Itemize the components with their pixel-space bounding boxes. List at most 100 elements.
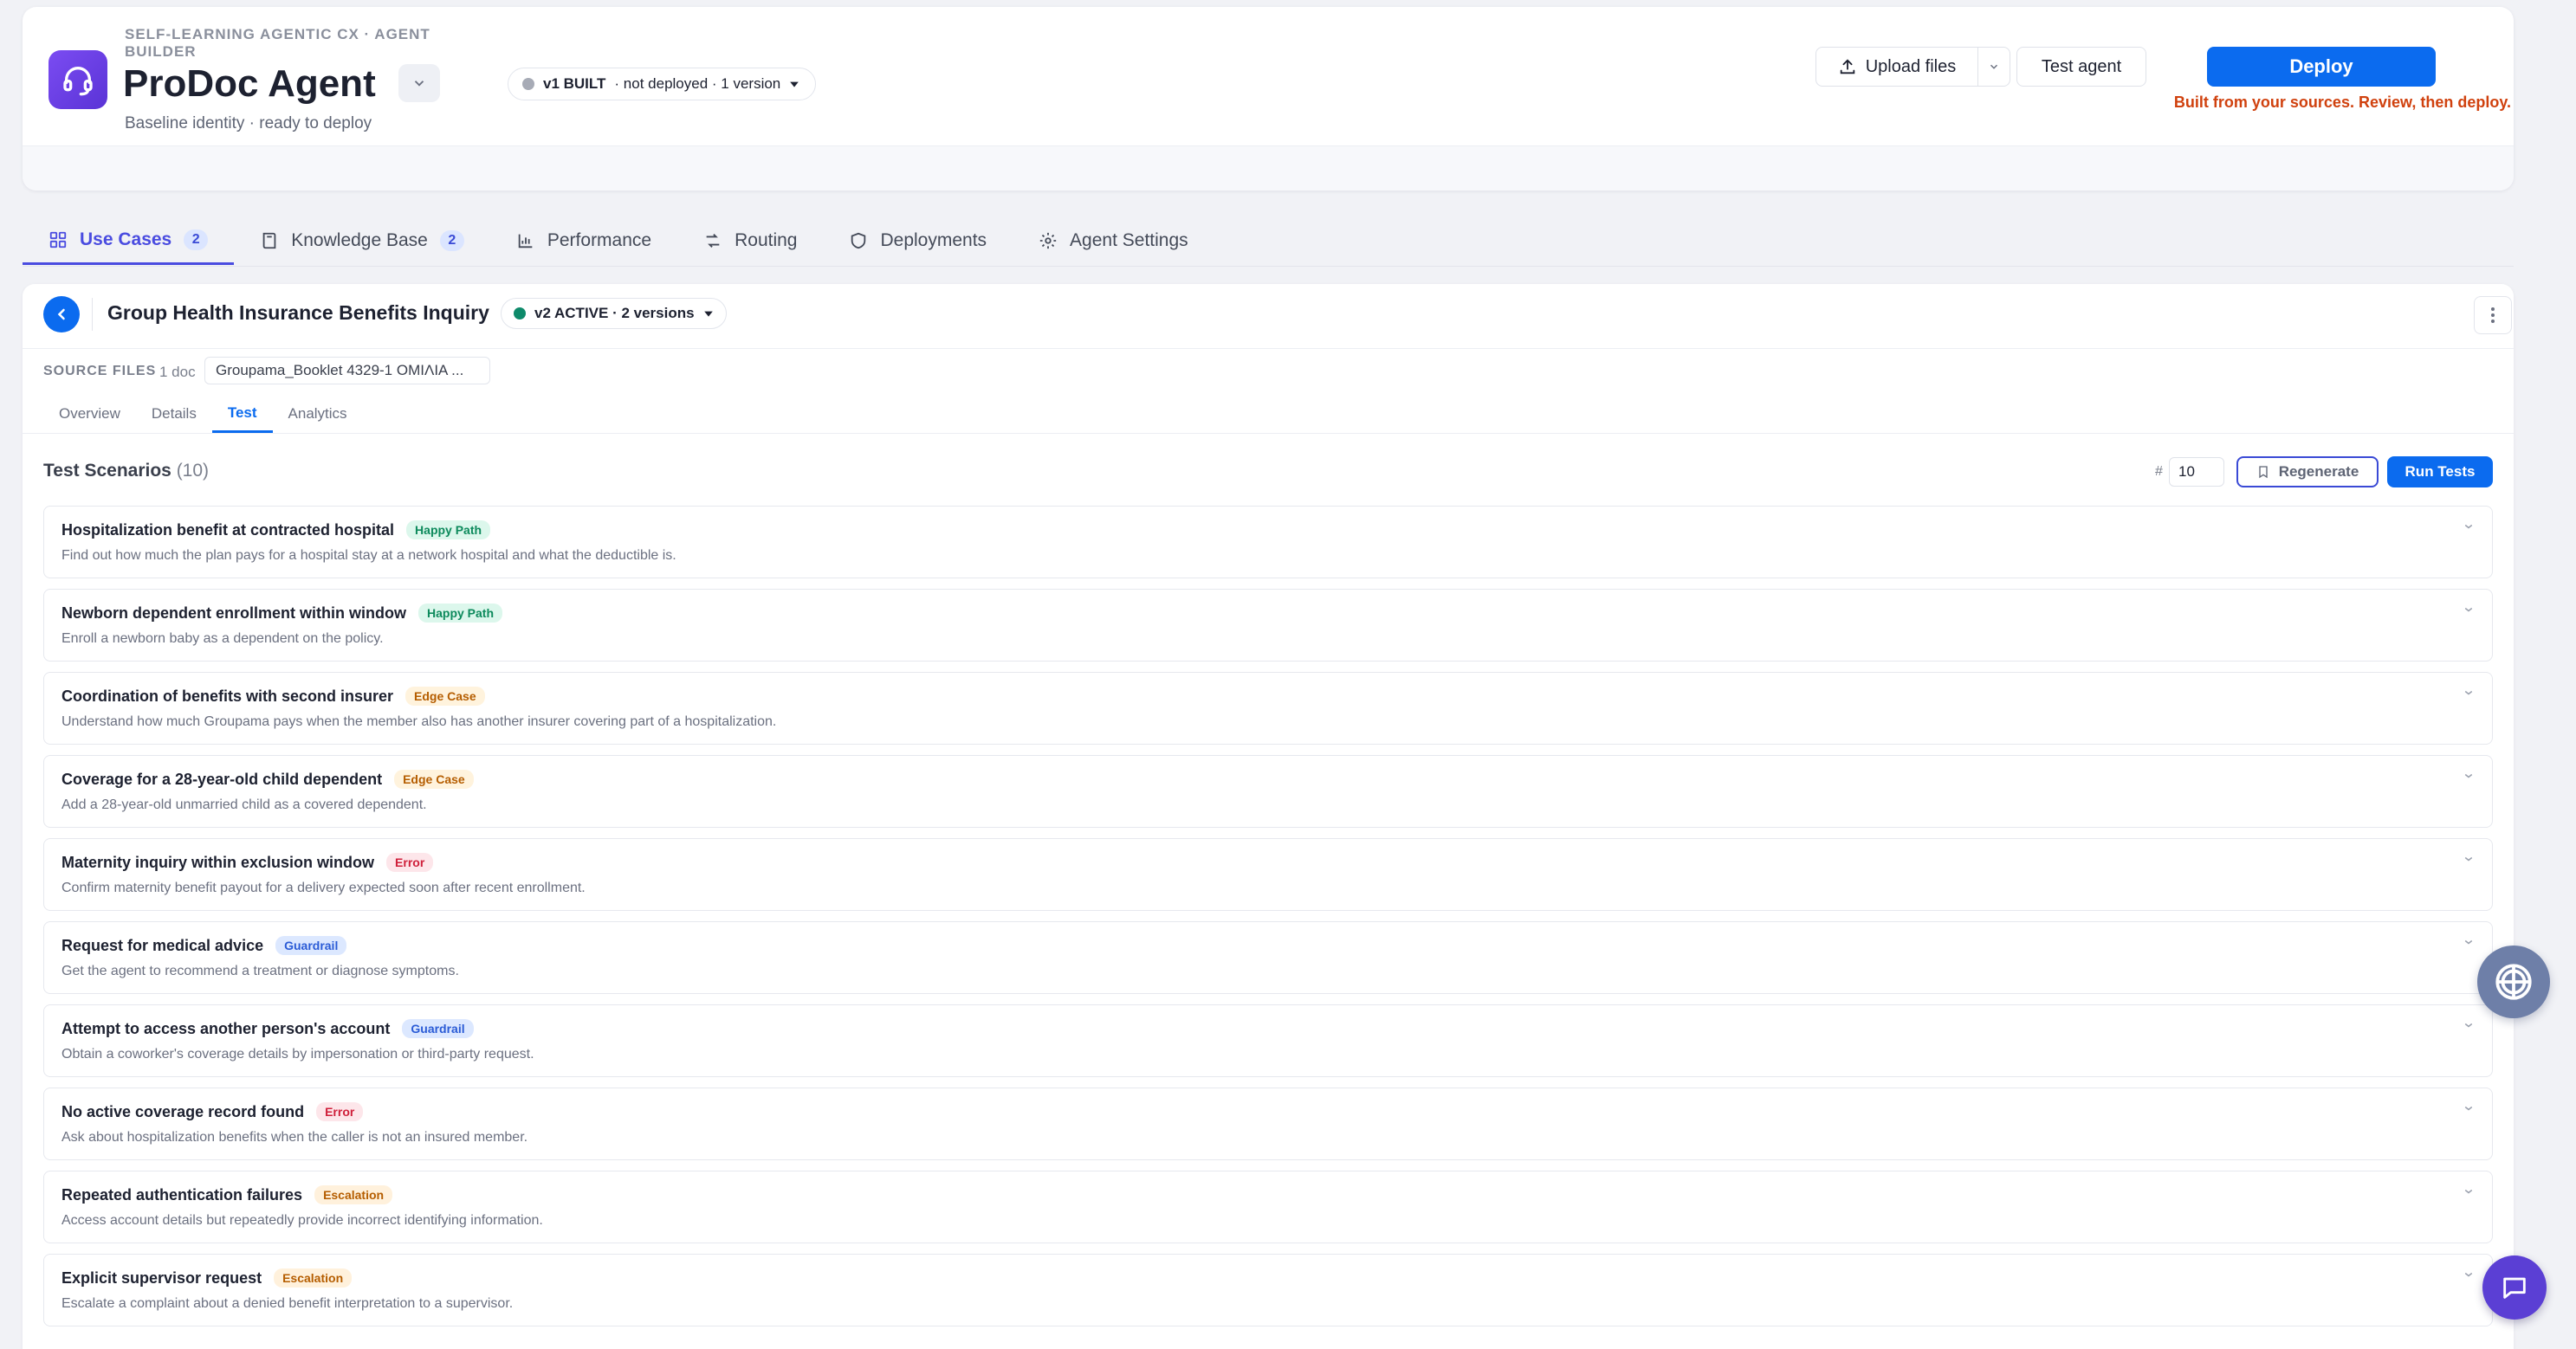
scenario-item[interactable]: Maternity inquiry within exclusion windo…	[43, 838, 2493, 911]
tab-agent-settings[interactable]: Agent Settings	[1013, 216, 1214, 265]
chevron-down-icon[interactable]	[2461, 685, 2476, 700]
chevron-down-icon[interactable]	[2461, 1017, 2476, 1033]
scenario-description: Enroll a newborn baby as a dependent on …	[61, 631, 384, 646]
agent-version-selector[interactable]: v1 BUILT · not deployed · 1 version	[508, 68, 817, 100]
scenario-title: No active coverage record found	[61, 1102, 305, 1120]
chat-fab[interactable]	[2482, 1255, 2547, 1320]
agent-switcher-button[interactable]	[398, 64, 440, 102]
scenario-item[interactable]: Coverage for a 28-year-old child depende…	[43, 755, 2493, 828]
chevron-down-icon[interactable]	[2461, 602, 2476, 617]
tab-knowledge-base[interactable]: Knowledge Base 2	[234, 216, 490, 265]
scenario-tag: Edge Case	[394, 770, 474, 789]
upload-options-button[interactable]	[1977, 47, 2010, 87]
tab-deployments[interactable]: Deployments	[823, 216, 1013, 265]
chevron-down-icon[interactable]	[2461, 519, 2476, 534]
divider	[23, 348, 2514, 349]
accessibility-icon	[2495, 964, 2532, 1000]
scenario-description: Obtain a coworker's coverage details by …	[61, 1047, 534, 1062]
tab-details[interactable]: Details	[136, 395, 212, 433]
scenario-description: Add a 28-year-old unmarried child as a c…	[61, 797, 427, 812]
chevron-down-icon[interactable]	[2461, 1184, 2476, 1199]
scenario-description: Find out how much the plan pays for a ho…	[61, 548, 676, 563]
scenario-description: Ask about hospitalization benefits when …	[61, 1130, 528, 1145]
back-button[interactable]	[43, 296, 80, 332]
main-tabs: Use Cases 2 Knowledge Base 2 Performance…	[23, 216, 2514, 267]
regenerate-button[interactable]: Regenerate	[2236, 456, 2379, 487]
bookmark-icon	[2259, 466, 2268, 479]
scenario-description: Access account details but repeatedly pr…	[61, 1213, 543, 1228]
test-agent-button[interactable]: Test agent	[2016, 47, 2146, 87]
scenario-tag: Escalation	[274, 1268, 353, 1288]
scenario-title: Newborn dependent enrollment within wind…	[61, 604, 406, 622]
upload-icon	[1840, 59, 1854, 74]
scenario-tag: Escalation	[314, 1185, 393, 1204]
scenario-tag: Guardrail	[275, 936, 347, 955]
upload-files-button[interactable]: Upload files	[1815, 47, 1978, 87]
grid-icon	[49, 231, 67, 248]
tab-test[interactable]: Test	[211, 395, 273, 433]
agent-title: ProDoc Agent	[123, 62, 376, 105]
tab-label: Agent Settings	[1070, 230, 1188, 250]
scenario-tag: Error	[386, 853, 434, 872]
tab-performance[interactable]: Performance	[490, 216, 677, 265]
chevron-down-icon[interactable]	[2461, 1267, 2476, 1282]
run-tests-button[interactable]: Run Tests	[2387, 456, 2493, 487]
scenario-tag: Guardrail	[402, 1019, 474, 1038]
use-case-version: v2 ACTIVE · 2 versions	[534, 305, 695, 321]
tab-overview[interactable]: Overview	[43, 395, 136, 433]
routing-icon	[706, 234, 720, 248]
tab-label: Performance	[547, 230, 652, 250]
chevron-down-icon[interactable]	[2461, 1100, 2476, 1116]
tab-routing[interactable]: Routing	[677, 216, 823, 265]
test-scenarios-heading: Test Scenarios (10)	[43, 461, 209, 481]
use-case-version-selector[interactable]: v2 ACTIVE · 2 versions	[501, 298, 727, 329]
scenario-item[interactable]: Repeated authentication failures Escalati…	[43, 1171, 2493, 1243]
chevron-down-icon[interactable]	[2461, 851, 2476, 867]
version-status: v1 BUILT	[543, 75, 606, 92]
scenario-title: Hospitalization benefit at contracted ho…	[61, 520, 395, 539]
more-options-button[interactable]	[2474, 296, 2512, 334]
scenario-title: Request for medical advice	[61, 936, 264, 954]
agent-header-card: SELF-LEARNING AGENTIC CX · AGENT BUILDER…	[23, 7, 2514, 190]
scenario-tag: Happy Path	[406, 520, 491, 539]
tab-use-cases[interactable]: Use Cases 2	[23, 216, 235, 265]
scenario-count-input[interactable]	[2169, 457, 2224, 487]
scenario-item[interactable]: No active coverage record found Error Ask…	[43, 1088, 2493, 1160]
scenario-item[interactable]: Request for medical advice Guardrail Get …	[43, 921, 2493, 994]
use-case-sub-tabs: Overview Details Test Analytics	[43, 395, 363, 433]
tab-label: Knowledge Base	[291, 230, 428, 250]
source-file-chip[interactable]: Groupama_Booklet 4329-1 ΟΜΙΛΙΑ ...	[204, 357, 490, 384]
agent-logo	[49, 50, 107, 109]
chart-icon	[518, 234, 533, 248]
status-dot	[522, 78, 534, 90]
scenario-item[interactable]: Explicit supervisor request Escalation Es…	[43, 1254, 2493, 1326]
scenario-description: Escalate a complaint about a denied bene…	[61, 1296, 514, 1311]
scenario-item[interactable]: Newborn dependent enrollment within wind…	[43, 589, 2493, 662]
source-files-label: SOURCE FILES	[43, 364, 157, 378]
deploy-button[interactable]: Deploy	[2207, 47, 2436, 87]
upload-files-label: Upload files	[1865, 56, 1957, 76]
scenario-description: Confirm maternity benefit payout for a d…	[61, 881, 586, 895]
version-meta: · not deployed · 1 version	[614, 75, 781, 92]
chevron-down-icon	[1990, 64, 1998, 69]
scenario-description: Understand how much Groupama pays when t…	[61, 714, 777, 729]
divider	[23, 433, 2514, 434]
scenario-item[interactable]: Attempt to access another person's accou…	[43, 1004, 2493, 1077]
tab-label: Deployments	[880, 230, 987, 250]
tab-count-badge: 2	[184, 229, 209, 250]
tab-label: Routing	[735, 230, 798, 250]
scenario-list: Hospitalization benefit at contracted ho…	[43, 506, 2493, 1337]
regenerate-label: Regenerate	[2278, 463, 2359, 480]
tab-analytics[interactable]: Analytics	[273, 395, 363, 433]
assistant-fab[interactable]	[2477, 946, 2550, 1018]
app-eyebrow: SELF-LEARNING AGENTIC CX · AGENT BUILDER	[125, 26, 430, 60]
kebab-menu-icon	[2491, 307, 2495, 323]
scenario-item[interactable]: Coordination of benefits with second ins…	[43, 672, 2493, 745]
chevron-down-icon[interactable]	[2461, 934, 2476, 950]
scenario-item[interactable]: Hospitalization benefit at contracted ho…	[43, 506, 2493, 578]
chevron-down-icon[interactable]	[2461, 768, 2476, 784]
scenario-title: Attempt to access another person's accou…	[61, 1019, 391, 1037]
scenario-count-hash: #	[2155, 464, 2163, 479]
gear-icon	[1039, 232, 1057, 249]
header-band	[23, 145, 2514, 190]
